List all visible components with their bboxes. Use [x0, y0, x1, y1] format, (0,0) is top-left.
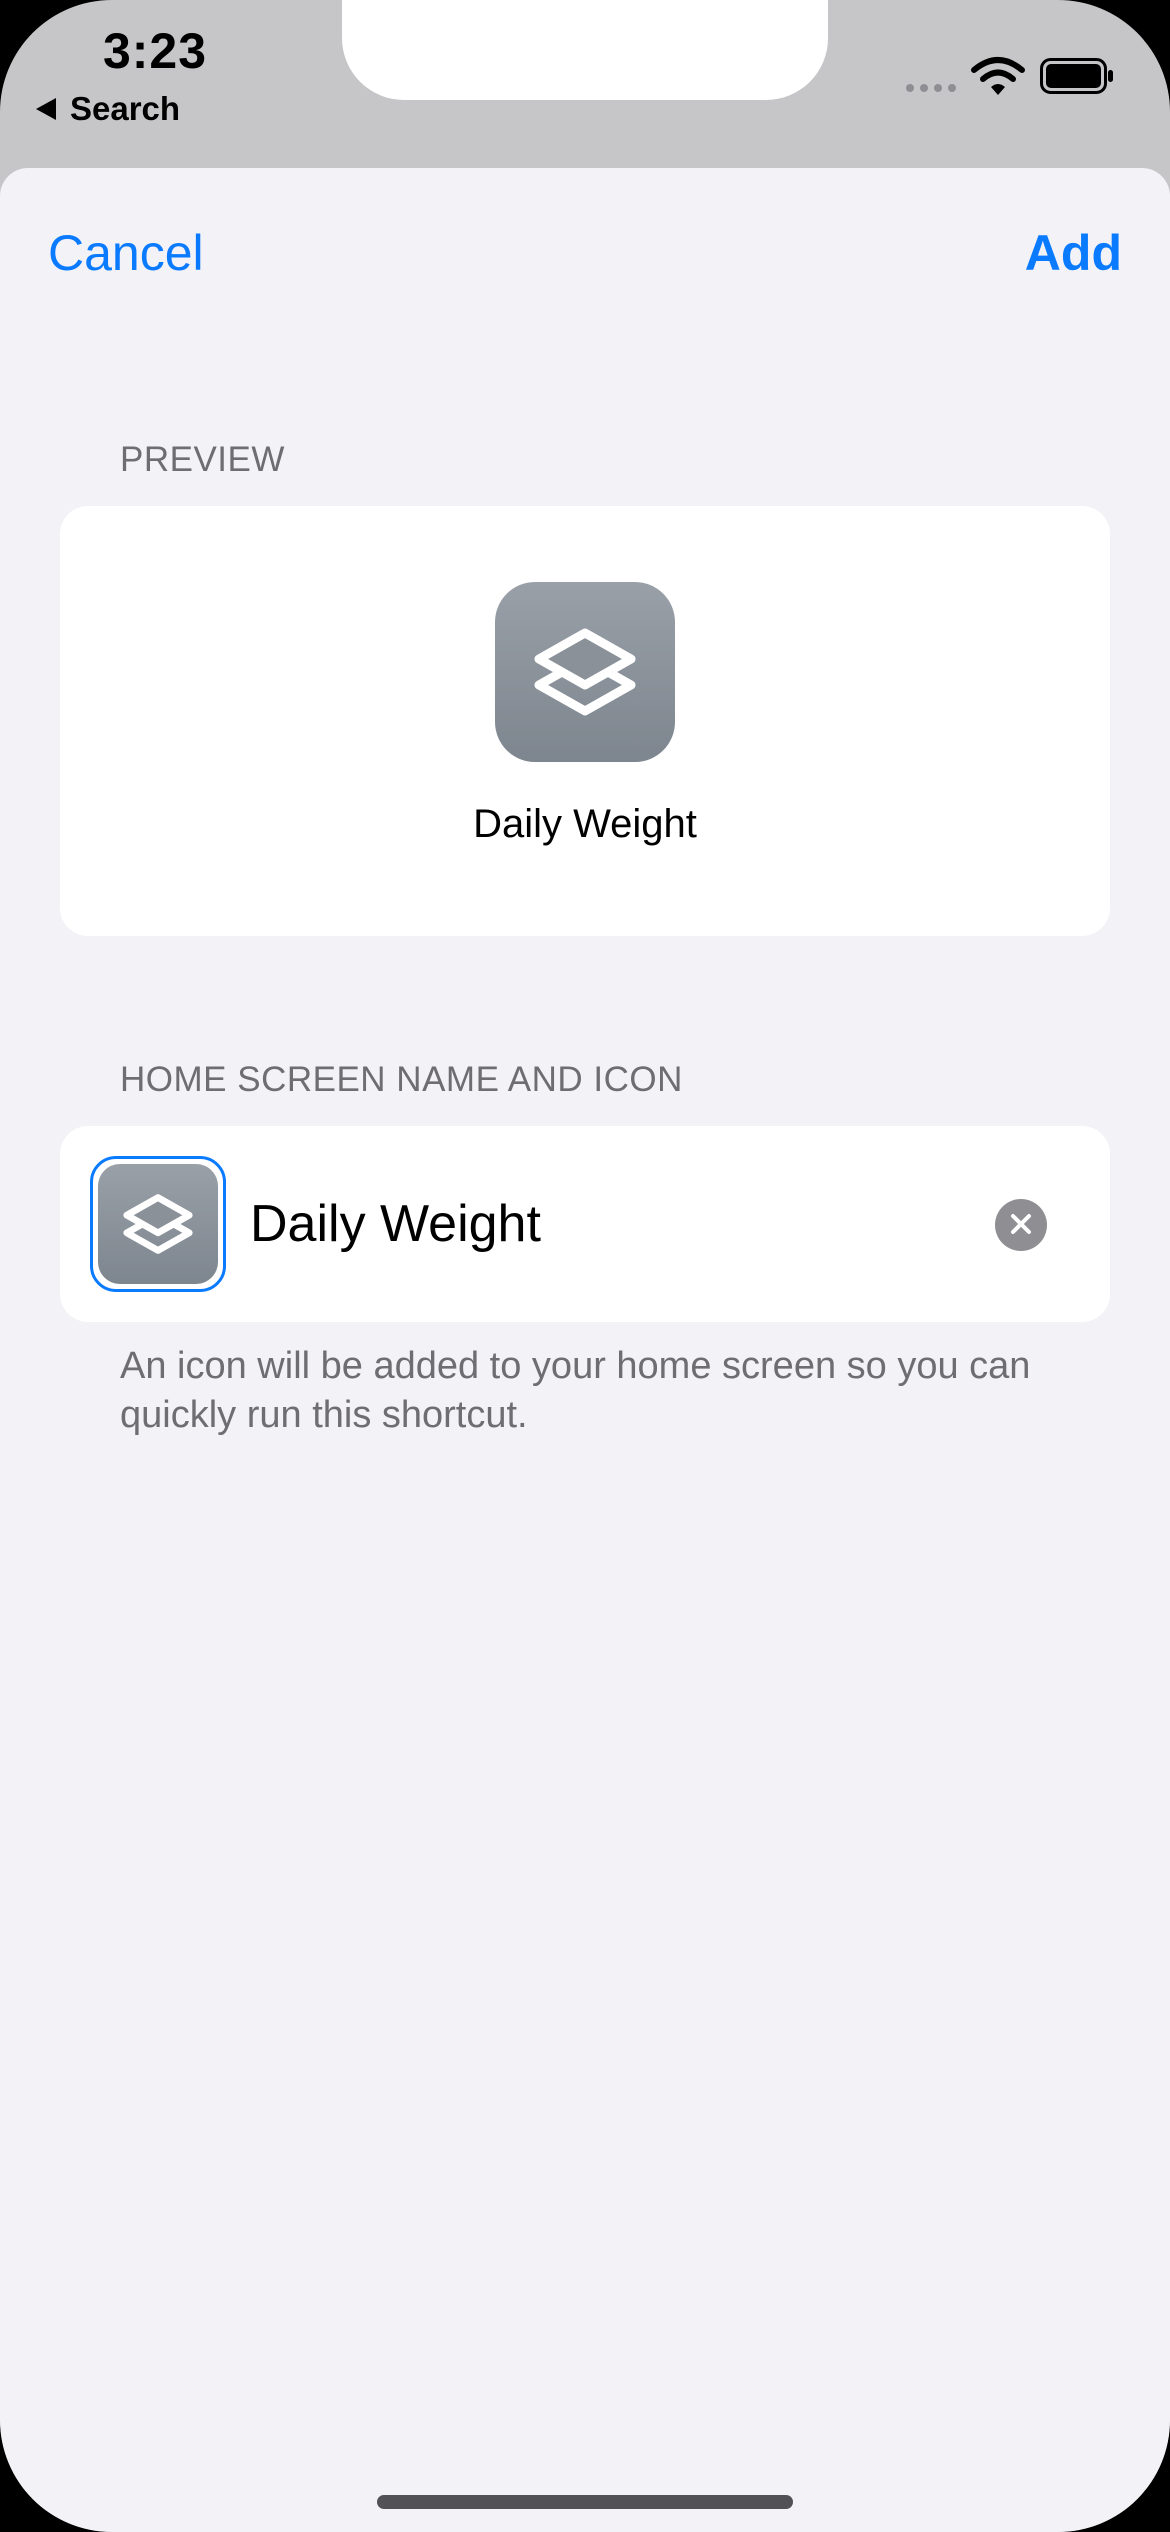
preview-section-header: PREVIEW — [120, 440, 285, 479]
clear-x-icon — [1010, 1213, 1032, 1238]
status-time: 3:23 — [102, 23, 208, 79]
shortcuts-layers-icon — [98, 1164, 218, 1284]
battery-full-icon — [1040, 58, 1114, 99]
back-link-label: Search — [70, 90, 181, 127]
phone-screen: 3:23 Search Cancel Add PREVIEW Daily Wei… — [0, 0, 1170, 2532]
home-screen-footer-note: An icon will be added to your home scree… — [120, 1345, 1031, 1436]
add-to-home-sheet: Cancel Add PREVIEW Daily Weight HOME SCR… — [0, 168, 1170, 2532]
name-and-icon-card — [60, 1126, 1110, 1322]
shortcuts-layers-icon — [495, 582, 675, 762]
back-triangle-icon — [36, 90, 56, 128]
preview-card: Daily Weight — [60, 506, 1110, 936]
cellular-signal-icon — [906, 84, 956, 92]
icon-picker-button[interactable] — [90, 1156, 226, 1292]
display-notch — [342, 0, 828, 100]
add-button[interactable]: Add — [1025, 224, 1122, 282]
home-screen-section-header: HOME SCREEN NAME AND ICON — [120, 1060, 683, 1099]
home-indicator[interactable] — [377, 2495, 793, 2509]
clear-text-button[interactable] — [995, 1199, 1047, 1251]
preview-shortcut-name: Daily Weight — [473, 802, 697, 846]
cancel-button[interactable]: Cancel — [48, 224, 204, 282]
home-screen-name-input[interactable] — [250, 1182, 1010, 1266]
back-to-search-link[interactable]: Search — [36, 90, 180, 128]
wifi-icon — [970, 56, 1026, 103]
